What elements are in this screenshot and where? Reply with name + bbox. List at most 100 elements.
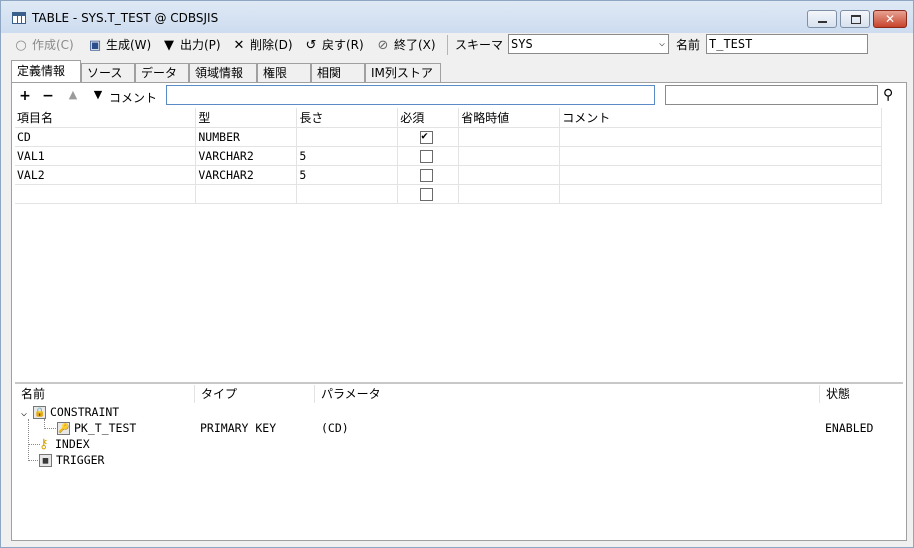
toolbar: ○ 作成(C) ▣ 生成(W) ▼ 出力(P) ✕ 削除(D) ↺ 戻す(R) ⊘ 終了(X… [1,33,913,57]
title-bar: TABLE - SYS.T_TEST @ CDBSJIS ✕ [1,1,913,33]
add-column-icon[interactable]: + [17,88,33,104]
comment-label: コメント [109,91,158,105]
tab-im-column-store[interactable]: IM列ストア [365,63,441,82]
comment-input[interactable] [166,85,655,105]
cell-default[interactable] [458,165,561,185]
binoculars-search-icon[interactable]: ⚲ [883,87,893,103]
exit-button[interactable]: ⊘ 終了(X) [375,36,436,54]
search-input[interactable] [665,85,878,105]
cell-name[interactable] [15,184,197,204]
delete-button[interactable]: ✕ 削除(D) [231,36,293,54]
columns-grid: 項目名 型 長さ 必須 省略時値 コメント CD NUMBER VAL1 VAR… [15,108,882,204]
chevron-down-icon: ⌵ [658,38,665,49]
tree-header-type[interactable]: タイプ [195,385,315,403]
tab-source[interactable]: ソース [81,63,135,82]
toolbar-separator [447,35,448,55]
output-button[interactable]: ▼ 出力(P) [161,36,221,54]
cell-required [397,165,460,185]
window-title: TABLE - SYS.T_TEST @ CDBSJIS [32,11,219,25]
required-checkbox[interactable] [420,129,434,144]
tree-header-name[interactable]: 名前 [15,385,195,403]
cell-type[interactable]: VARCHAR2 [195,165,298,185]
tab-dependencies[interactable]: 相関 [311,63,365,82]
table-row[interactable]: CD NUMBER [15,127,882,147]
cell-length[interactable]: 5 [296,146,399,166]
cell-name[interactable]: VAL2 [15,165,197,185]
tree-item-trigger[interactable]: ▦ TRIGGER [39,452,104,468]
tab-definition[interactable]: 定義情報 [11,60,81,82]
cell-length[interactable]: 5 [296,165,399,185]
tree-item-index[interactable]: ⚷ INDEX [39,436,90,452]
object-tree: 名前 タイプ パラメータ 状態 ⌵ 🔒 CONSTRAINT 🔑 PK_T_TEST … [15,385,903,535]
cell-default[interactable] [458,146,561,166]
cell-required [397,184,460,204]
key-constraint-icon: 🔑 [57,422,70,435]
move-up-icon[interactable]: ▲ [65,88,81,101]
chevron-down-icon[interactable]: ⌵ [21,406,33,422]
grid-header-row: 項目名 型 長さ 必須 省略時値 コメント [15,108,882,128]
cell-default[interactable] [458,127,561,147]
column-header-comment[interactable]: コメント [559,108,882,128]
cell-type[interactable] [195,184,298,204]
delete-x-icon: ✕ [233,38,245,53]
cell-length[interactable] [296,184,399,204]
cell-type[interactable]: NUMBER [195,127,298,147]
cell-comment[interactable] [559,165,882,185]
required-checkbox[interactable] [420,168,434,182]
table-row[interactable] [15,184,882,204]
required-checkbox[interactable] [420,187,434,201]
column-header-required[interactable]: 必須 [397,108,460,128]
column-header-type[interactable]: 型 [195,108,298,128]
close-button[interactable]: ✕ [873,10,907,28]
tree-line [28,419,29,461]
cell-name[interactable]: VAL1 [15,146,197,166]
cell-default[interactable] [458,184,561,204]
table-row[interactable]: VAL2 VARCHAR2 5 [15,165,882,185]
pk-status: ENABLED [825,421,874,435]
schema-select[interactable]: SYS ⌵ [508,34,669,54]
cell-comment[interactable] [559,184,882,204]
tab-privileges[interactable]: 権限 [257,63,311,82]
table-row[interactable]: VAL1 VARCHAR2 5 [15,146,882,166]
exit-icon: ⊘ [377,38,389,53]
tree-item-pk[interactable]: 🔑 PK_T_TEST PRIMARY KEY (CD) ENABLED [57,420,903,436]
table-editor-window: TABLE - SYS.T_TEST @ CDBSJIS ✕ ○ 作成(C) ▣ 生… [0,0,914,548]
pane-splitter[interactable] [15,382,903,384]
tab-storage[interactable]: 領域情報 [189,63,257,82]
revert-button[interactable]: ↺ 戻す(R) [303,36,364,54]
key-icon: ⚷ [39,436,49,452]
tree-line [44,428,56,429]
schema-label: スキーマ [455,38,504,52]
minimize-button[interactable] [807,10,837,28]
name-field[interactable]: T_TEST [706,34,868,54]
generate-button[interactable]: ▣ 生成(W) [87,36,151,54]
pk-type: PRIMARY KEY [200,421,277,435]
required-checkbox[interactable] [420,149,434,163]
column-header-length[interactable]: 長さ [296,108,399,128]
maximize-button[interactable] [840,10,870,28]
tree-header-status[interactable]: 状態 [820,385,903,403]
cell-required [397,127,460,147]
cell-comment[interactable] [559,146,882,166]
cell-comment[interactable] [559,127,882,147]
tab-data[interactable]: データ [135,63,189,82]
create-button[interactable]: ○ 作成(C) [13,36,73,54]
generate-icon: ▣ [88,38,102,53]
move-down-icon[interactable]: ▼ [90,88,106,101]
undo-icon: ↺ [305,38,317,53]
cell-required [397,146,460,166]
remove-column-icon[interactable]: − [40,88,56,104]
cell-name[interactable]: CD [15,127,197,147]
column-header-name[interactable]: 項目名 [15,108,197,128]
table-icon [12,12,26,24]
output-arrow-icon: ▼ [164,38,174,53]
cell-length[interactable] [296,127,399,147]
constraint-icon: 🔒 [33,406,46,419]
tree-item-constraint[interactable]: ⌵ 🔒 CONSTRAINT [21,404,119,420]
tree-header-params[interactable]: パラメータ [315,385,820,403]
pk-params: (CD) [321,421,349,435]
name-label: 名前 [676,38,701,52]
column-header-default[interactable]: 省略時値 [458,108,561,128]
cell-type[interactable]: VARCHAR2 [195,146,298,166]
create-icon: ○ [15,38,27,53]
